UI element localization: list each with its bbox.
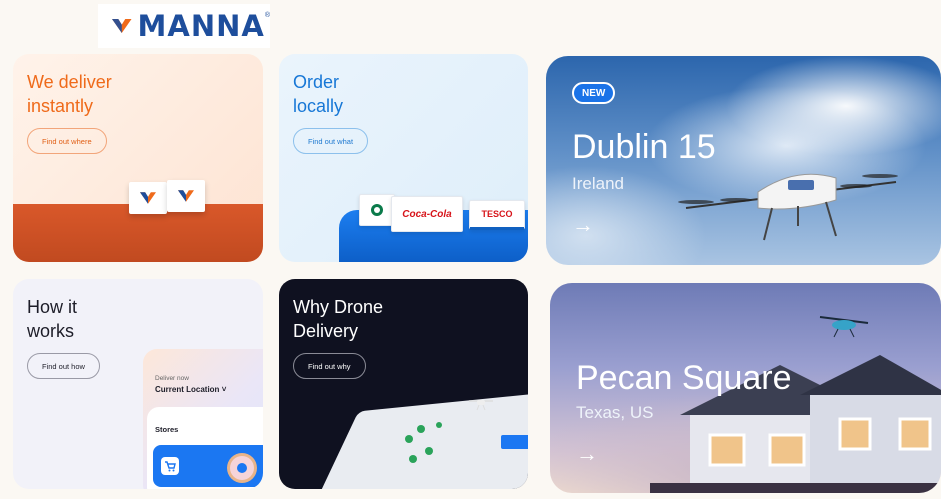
card-title: We deliver instantly: [27, 72, 112, 116]
cart-icon: [161, 457, 179, 475]
delivery-box: [167, 180, 205, 212]
arrow-right-icon[interactable]: →: [572, 212, 594, 238]
deliver-now-label: Deliver now: [155, 375, 189, 382]
current-location-selector: Current Location ˅: [155, 385, 226, 394]
card-order-locally[interactable]: Order locally Find out what Coca-Cola TE…: [279, 54, 528, 262]
starbucks-logo-icon: [371, 204, 383, 216]
tesco-box: TESCO: [469, 200, 525, 230]
manna-box-icon: [178, 190, 194, 202]
delivery-box: [129, 182, 167, 214]
donut-icon: [227, 453, 257, 483]
product-box: [359, 194, 395, 226]
card-pecan-square[interactable]: Pecan Square Texas, US →: [550, 283, 941, 493]
location-subtitle: Texas, US: [576, 403, 654, 422]
card-how-it-works[interactable]: How it works Find out how Deliver now Cu…: [13, 279, 263, 489]
brand-name: MANNA: [137, 9, 265, 43]
find-out-how-button[interactable]: Find out how: [27, 353, 100, 379]
drone-icon: [819, 316, 869, 338]
coca-cola-box: Coca-Cola: [391, 196, 463, 232]
card-we-deliver[interactable]: We deliver instantly Find out where: [13, 54, 263, 262]
location-subtitle: Ireland: [572, 174, 624, 193]
registered-mark: ®: [264, 12, 270, 19]
store-tile: [153, 445, 263, 487]
chevron-down-icon: ˅: [221, 385, 227, 394]
phone-mockup: Deliver now Current Location ˅ Stores: [143, 349, 263, 489]
card-why-drone-delivery[interactable]: Why Drone Delivery Find out why: [279, 279, 528, 489]
manna-mark-icon: [112, 19, 132, 33]
find-out-where-button[interactable]: Find out where: [27, 128, 107, 154]
drone-icon: [469, 400, 493, 411]
card-title: How it works: [27, 297, 78, 341]
find-out-why-button[interactable]: Find out why: [293, 353, 366, 379]
card-title: Order locally: [293, 72, 344, 116]
new-badge: NEW: [572, 82, 616, 104]
trees-icon: [405, 422, 442, 463]
stores-heading: Stores: [155, 425, 179, 434]
manna-logo[interactable]: MANNA ®: [98, 4, 270, 48]
drone-illustration: [678, 173, 898, 241]
stores-sheet: Stores: [147, 407, 263, 489]
arrow-right-icon[interactable]: →: [576, 441, 598, 467]
card-title: Why Drone Delivery: [293, 297, 384, 341]
current-location-label: Current Location: [155, 385, 220, 394]
location-title: Pecan Square: [576, 359, 792, 397]
card-dublin-15[interactable]: NEW Dublin 15 Ireland →: [546, 56, 941, 265]
find-out-what-button[interactable]: Find out what: [293, 128, 369, 154]
manna-box-icon: [140, 192, 156, 204]
blue-building: [501, 435, 528, 449]
